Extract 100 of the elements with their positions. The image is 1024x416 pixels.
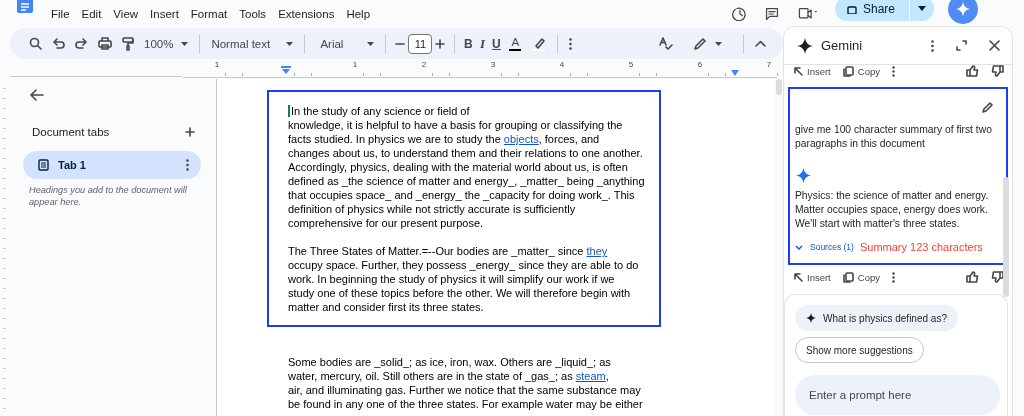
document-tab[interactable]: Tab 1: [23, 151, 201, 179]
ruler-number: 3: [490, 60, 496, 69]
sources-toggle[interactable]: Sources (1): [795, 242, 854, 252]
plus-icon: [185, 127, 195, 137]
copy-icon: [842, 66, 854, 77]
show-more-suggestions-button[interactable]: Show more suggestions: [795, 337, 924, 363]
ruler-number: 4: [559, 60, 565, 69]
more-vertical-icon: [891, 66, 895, 77]
close-icon: [989, 40, 1000, 51]
more-vertical-icon: [891, 271, 895, 283]
text-color-button[interactable]: A: [509, 36, 522, 51]
copy-icon: [842, 271, 854, 283]
suggestion-chip[interactable]: What is physics defined as?: [795, 305, 958, 331]
panel-title: Gemini: [821, 38, 864, 53]
ruler-number: 1: [352, 60, 358, 69]
copy-button[interactable]: Copy: [842, 271, 880, 283]
menu-item[interactable]: Help: [340, 7, 377, 20]
expand-button[interactable]: [954, 38, 969, 53]
avatar[interactable]: [948, 0, 978, 24]
zoom-dropdown[interactable]: 100%: [139, 31, 194, 56]
ruler-number: 5: [628, 60, 634, 69]
close-button[interactable]: [987, 38, 1002, 53]
caret-icon: [181, 41, 189, 46]
annotation-text: Summary 123 characters: [859, 241, 983, 253]
back-arrow-icon: [30, 89, 44, 101]
share-button[interactable]: Share: [834, 0, 934, 21]
font-dropdown[interactable]: Arial: [315, 31, 380, 56]
caret-icon: [286, 41, 294, 46]
caret-icon: [918, 6, 926, 11]
section-heading: Document tabs: [32, 126, 110, 138]
user-prompt: give me 100 character summary of first two paragraphs in this document: [795, 123, 993, 151]
lock-icon: [846, 3, 857, 14]
more-options-button[interactable]: [891, 271, 895, 283]
history-icon[interactable]: [730, 6, 749, 21]
ruler-number: 6: [697, 60, 703, 69]
pencil-icon: [693, 36, 707, 51]
insert-arrow-icon: [794, 272, 803, 282]
insert-button[interactable]: Insert: [794, 271, 831, 283]
menu-item[interactable]: Tools: [233, 7, 273, 20]
paragraph-style-dropdown[interactable]: Normal text: [206, 31, 299, 56]
spellcheck-icon: [659, 37, 673, 50]
edit-prompt-button[interactable]: [982, 101, 994, 113]
sparkle-icon: [956, 1, 970, 16]
response-text: Physics: the science of matter and energy. Matter occupies space, energy does work. We'll start with matter's three states.: [795, 189, 990, 231]
text-cursor: [288, 105, 290, 117]
thumbs-up-button[interactable]: [966, 271, 979, 283]
pencil-icon: [982, 101, 994, 113]
paint-roller-icon: [122, 36, 134, 51]
link[interactable]: they: [586, 245, 608, 257]
chevron-up-icon: [755, 40, 766, 47]
font-size-field[interactable]: 11: [408, 33, 433, 54]
add-tab-button[interactable]: [183, 125, 197, 139]
indent-marker-icon[interactable]: [281, 66, 291, 74]
italic-button[interactable]: I: [475, 31, 490, 56]
printer-icon: [98, 37, 112, 50]
link[interactable]: objects: [503, 133, 539, 145]
more-vertical-icon: [569, 37, 573, 50]
ruler-number: 7: [766, 60, 772, 69]
sparkle-icon: [797, 37, 813, 54]
more-options-button[interactable]: [891, 66, 895, 77]
thumbs-up-button[interactable]: [966, 65, 979, 77]
hint-text: Headings you add to the document will appear here.: [29, 184, 188, 208]
document-icon: [38, 159, 49, 171]
ruler-number: 2: [421, 60, 427, 69]
menu-item[interactable]: File: [45, 7, 76, 20]
insert-arrow-icon: [794, 67, 803, 76]
expand-icon: [956, 40, 967, 51]
more-options-button[interactable]: [929, 37, 936, 54]
ruler-number: 1: [214, 60, 220, 69]
menu-item[interactable]: View: [107, 7, 145, 20]
gemini-sparkle-icon: [796, 168, 811, 183]
thumbs-down-button[interactable]: [991, 271, 1004, 283]
menu-item[interactable]: Extensions: [272, 7, 341, 20]
scrollbar-thumb[interactable]: [1003, 177, 1009, 297]
redo-icon: [75, 37, 88, 50]
insert-button[interactable]: Insert: [794, 66, 831, 77]
caret-icon: [367, 41, 375, 46]
docs-logo-icon[interactable]: [17, 0, 33, 13]
underline-button[interactable]: U: [489, 31, 504, 56]
bold-button[interactable]: B: [461, 31, 476, 56]
thumbs-up-icon: [966, 65, 979, 77]
more-vertical-icon[interactable]: [186, 159, 189, 171]
thumbs-up-icon: [966, 271, 979, 283]
thumbs-down-icon: [991, 65, 1004, 77]
link[interactable]: steam: [575, 370, 606, 382]
menu-item[interactable]: Format: [184, 7, 234, 20]
undo-icon: [52, 37, 65, 50]
thumbs-down-button[interactable]: [991, 65, 1004, 77]
right-indent-marker-icon[interactable]: [730, 70, 739, 76]
prompt-input-field[interactable]: Enter a prompt here: [795, 375, 1000, 415]
thumbs-down-icon: [991, 271, 1004, 283]
sparkle-icon: [806, 313, 816, 323]
menu-item[interactable]: Edit: [75, 7, 108, 20]
plus-icon: [435, 38, 446, 49]
copy-button[interactable]: Copy: [842, 66, 880, 77]
caret-icon: [715, 41, 722, 46]
paragraph: The Three States of Matter.=--Our bodies are _matter_ since they occupy space. Further, they possess _energy_ since they are able to do work. In beginning the study of physics it will simplify our work if we study one of these topics before the other. We will therefore begin with matter and consider first its three states.: [288, 244, 640, 314]
scrollbar-thumb[interactable]: [776, 79, 782, 95]
menu-item[interactable]: Insert: [144, 7, 185, 20]
more-vertical-icon: [931, 39, 934, 52]
